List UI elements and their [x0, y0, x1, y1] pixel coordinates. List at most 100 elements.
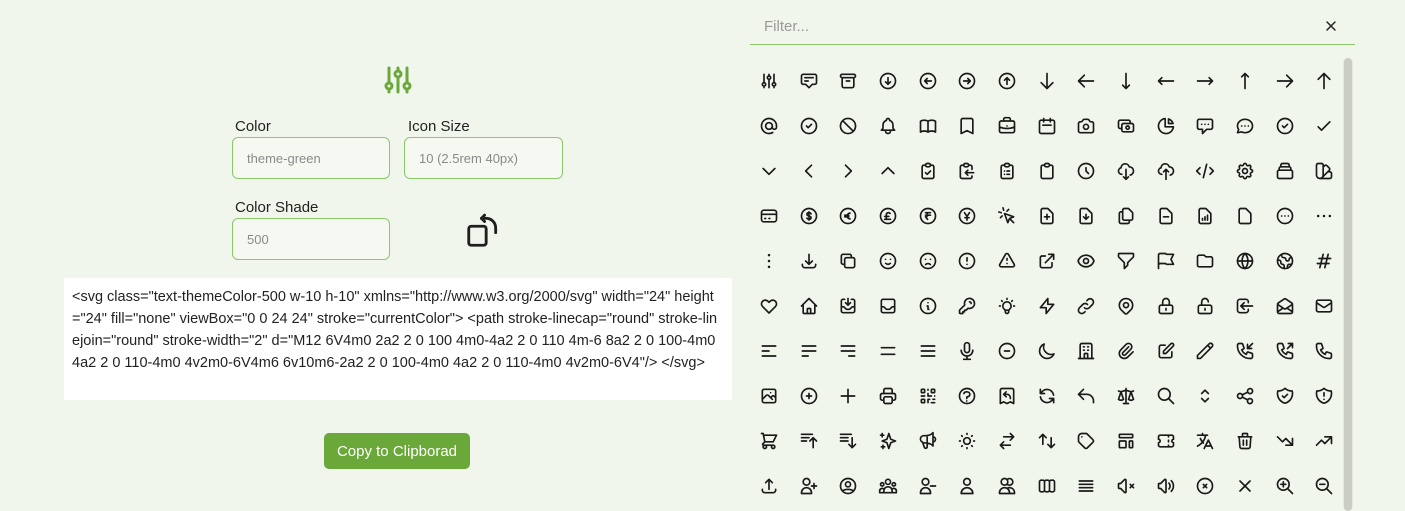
- icon-cell-moon[interactable]: [1027, 328, 1067, 373]
- icon-cell-document-download[interactable]: [1067, 193, 1107, 238]
- icon-cell-sun[interactable]: [947, 418, 987, 463]
- icon-cell-x-circle[interactable]: [1186, 463, 1226, 508]
- icon-cell-menu[interactable]: [908, 328, 948, 373]
- icon-cell-lock-open[interactable]: [1186, 283, 1226, 328]
- icon-cell-arrow-circle-right[interactable]: [947, 58, 987, 103]
- icon-cell-chart-pie[interactable]: [1146, 103, 1186, 148]
- icon-cell-home[interactable]: [789, 283, 829, 328]
- icon-cell-scale[interactable]: [1106, 373, 1146, 418]
- icon-cell-dots-horizontal[interactable]: [1305, 193, 1345, 238]
- icon-cell-bell[interactable]: [868, 103, 908, 148]
- icon-cell-cash[interactable]: [1106, 103, 1146, 148]
- icon-cell-reply[interactable]: [1067, 373, 1107, 418]
- icon-cell-eye[interactable]: [1067, 238, 1107, 283]
- icon-cell-sort-ascending[interactable]: [789, 418, 829, 463]
- icon-cell-exclamation-circle[interactable]: [947, 238, 987, 283]
- icon-cell-question-mark-circle[interactable]: [947, 373, 987, 418]
- icon-cell-arrow-narrow-up[interactable]: [1225, 58, 1265, 103]
- icon-cell-arrow-circle-left[interactable]: [908, 58, 948, 103]
- icon-cell-credit-card[interactable]: [749, 193, 789, 238]
- icon-cell-users[interactable]: [987, 463, 1027, 508]
- icon-cell-chevron-right[interactable]: [828, 148, 868, 193]
- icon-cell-user-remove[interactable]: [908, 463, 948, 508]
- icon-cell-mail[interactable]: [1305, 283, 1345, 328]
- icon-cell-chat-alt[interactable]: [1186, 103, 1226, 148]
- icon-cell-speakerphone[interactable]: [908, 418, 948, 463]
- rotate-icon[interactable]: [464, 212, 502, 250]
- icon-cell-flag[interactable]: [1146, 238, 1186, 283]
- icon-cell-menu-alt-4[interactable]: [868, 328, 908, 373]
- icon-cell-document[interactable]: [1225, 193, 1265, 238]
- icon-cell-cloud-upload[interactable]: [1146, 148, 1186, 193]
- icon-cell-emoji-sad[interactable]: [908, 238, 948, 283]
- icon-cell-chat[interactable]: [1225, 103, 1265, 148]
- icon-cell-shield-exclamation[interactable]: [1305, 373, 1345, 418]
- icon-cell-archive[interactable]: [828, 58, 868, 103]
- icon-cell-printer[interactable]: [868, 373, 908, 418]
- icon-cell-cog[interactable]: [1225, 148, 1265, 193]
- icon-cell-document-remove[interactable]: [1146, 193, 1186, 238]
- icon-cell-zoom-out[interactable]: [1305, 463, 1345, 508]
- icon-cell-receipt-refund[interactable]: [987, 373, 1027, 418]
- icon-cell-view-list[interactable]: [1067, 463, 1107, 508]
- icon-cell-document-add[interactable]: [1027, 193, 1067, 238]
- icon-cell-selector[interactable]: [1186, 373, 1226, 418]
- icon-cell-folder[interactable]: [1186, 238, 1226, 283]
- icon-cell-sparkles[interactable]: [868, 418, 908, 463]
- icon-cell-menu-alt-2[interactable]: [789, 328, 829, 373]
- icon-cell-dots-circle-horizontal[interactable]: [1265, 193, 1305, 238]
- icon-cell-trending-up[interactable]: [1305, 418, 1345, 463]
- icon-cell-view-boards[interactable]: [1027, 463, 1067, 508]
- icon-cell-lightning-bolt[interactable]: [1027, 283, 1067, 328]
- icon-cell-minus-circle[interactable]: [987, 328, 1027, 373]
- icon-cell-template[interactable]: [1106, 418, 1146, 463]
- icon-cell-document-report[interactable]: [1186, 193, 1226, 238]
- icon-cell-shopping-cart[interactable]: [749, 418, 789, 463]
- icon-cell-photograph[interactable]: [749, 373, 789, 418]
- color-input[interactable]: [232, 137, 390, 179]
- icon-cell-check-circle[interactable]: [1265, 103, 1305, 148]
- icon-cell-arrow-right[interactable]: [1265, 58, 1305, 103]
- icon-cell-switch-horizontal[interactable]: [987, 418, 1027, 463]
- icon-cell-currency-yen[interactable]: [947, 193, 987, 238]
- icon-cell-ban[interactable]: [828, 103, 868, 148]
- icon-cell-arrow-narrow-left[interactable]: [1146, 58, 1186, 103]
- icon-cell-globe-alt[interactable]: [1265, 238, 1305, 283]
- icon-cell-refresh[interactable]: [1027, 373, 1067, 418]
- icon-cell-clipboard-check[interactable]: [908, 148, 948, 193]
- icon-cell-chevron-down[interactable]: [749, 148, 789, 193]
- icon-cell-arrow-left[interactable]: [1067, 58, 1107, 103]
- icon-cell-annotation[interactable]: [789, 58, 829, 103]
- icon-cell-login[interactable]: [1225, 283, 1265, 328]
- icon-cell-ticket[interactable]: [1146, 418, 1186, 463]
- filter-input[interactable]: [750, 8, 1310, 44]
- icon-cell-camera[interactable]: [1067, 103, 1107, 148]
- icon-cell-plus-circle[interactable]: [789, 373, 829, 418]
- icon-cell-heart[interactable]: [749, 283, 789, 328]
- icon-cell-arrow-circle-up[interactable]: [987, 58, 1027, 103]
- icon-cell-color-swatch[interactable]: [1305, 148, 1345, 193]
- icon-cell-briefcase[interactable]: [987, 103, 1027, 148]
- icon-cell-currency-euro[interactable]: [828, 193, 868, 238]
- icon-cell-microphone[interactable]: [947, 328, 987, 373]
- icon-cell-document-duplicate[interactable]: [1106, 193, 1146, 238]
- icon-cell-clipboard[interactable]: [1027, 148, 1067, 193]
- icon-size-input[interactable]: [404, 137, 563, 179]
- icon-cell-location-marker[interactable]: [1106, 283, 1146, 328]
- icon-cell-arrow-narrow-right[interactable]: [1186, 58, 1226, 103]
- icon-cell-inbox[interactable]: [868, 283, 908, 328]
- icon-cell-key[interactable]: [947, 283, 987, 328]
- icon-cell-tag[interactable]: [1067, 418, 1107, 463]
- icon-cell-information-circle[interactable]: [908, 283, 948, 328]
- icon-cell-chevron-left[interactable]: [789, 148, 829, 193]
- icon-cell-bookmark[interactable]: [947, 103, 987, 148]
- icon-cell-arrow-up[interactable]: [1305, 58, 1345, 103]
- icon-cell-phone-incoming[interactable]: [1225, 328, 1265, 373]
- icon-cell-translate[interactable]: [1186, 418, 1226, 463]
- icon-cell-arrow-narrow-down[interactable]: [1106, 58, 1146, 103]
- icon-cell-pencil-alt[interactable]: [1146, 328, 1186, 373]
- icon-cell-filter[interactable]: [1106, 238, 1146, 283]
- icon-cell-book-open[interactable]: [908, 103, 948, 148]
- icon-cell-external-link[interactable]: [1027, 238, 1067, 283]
- icon-cell-exclamation[interactable]: [987, 238, 1027, 283]
